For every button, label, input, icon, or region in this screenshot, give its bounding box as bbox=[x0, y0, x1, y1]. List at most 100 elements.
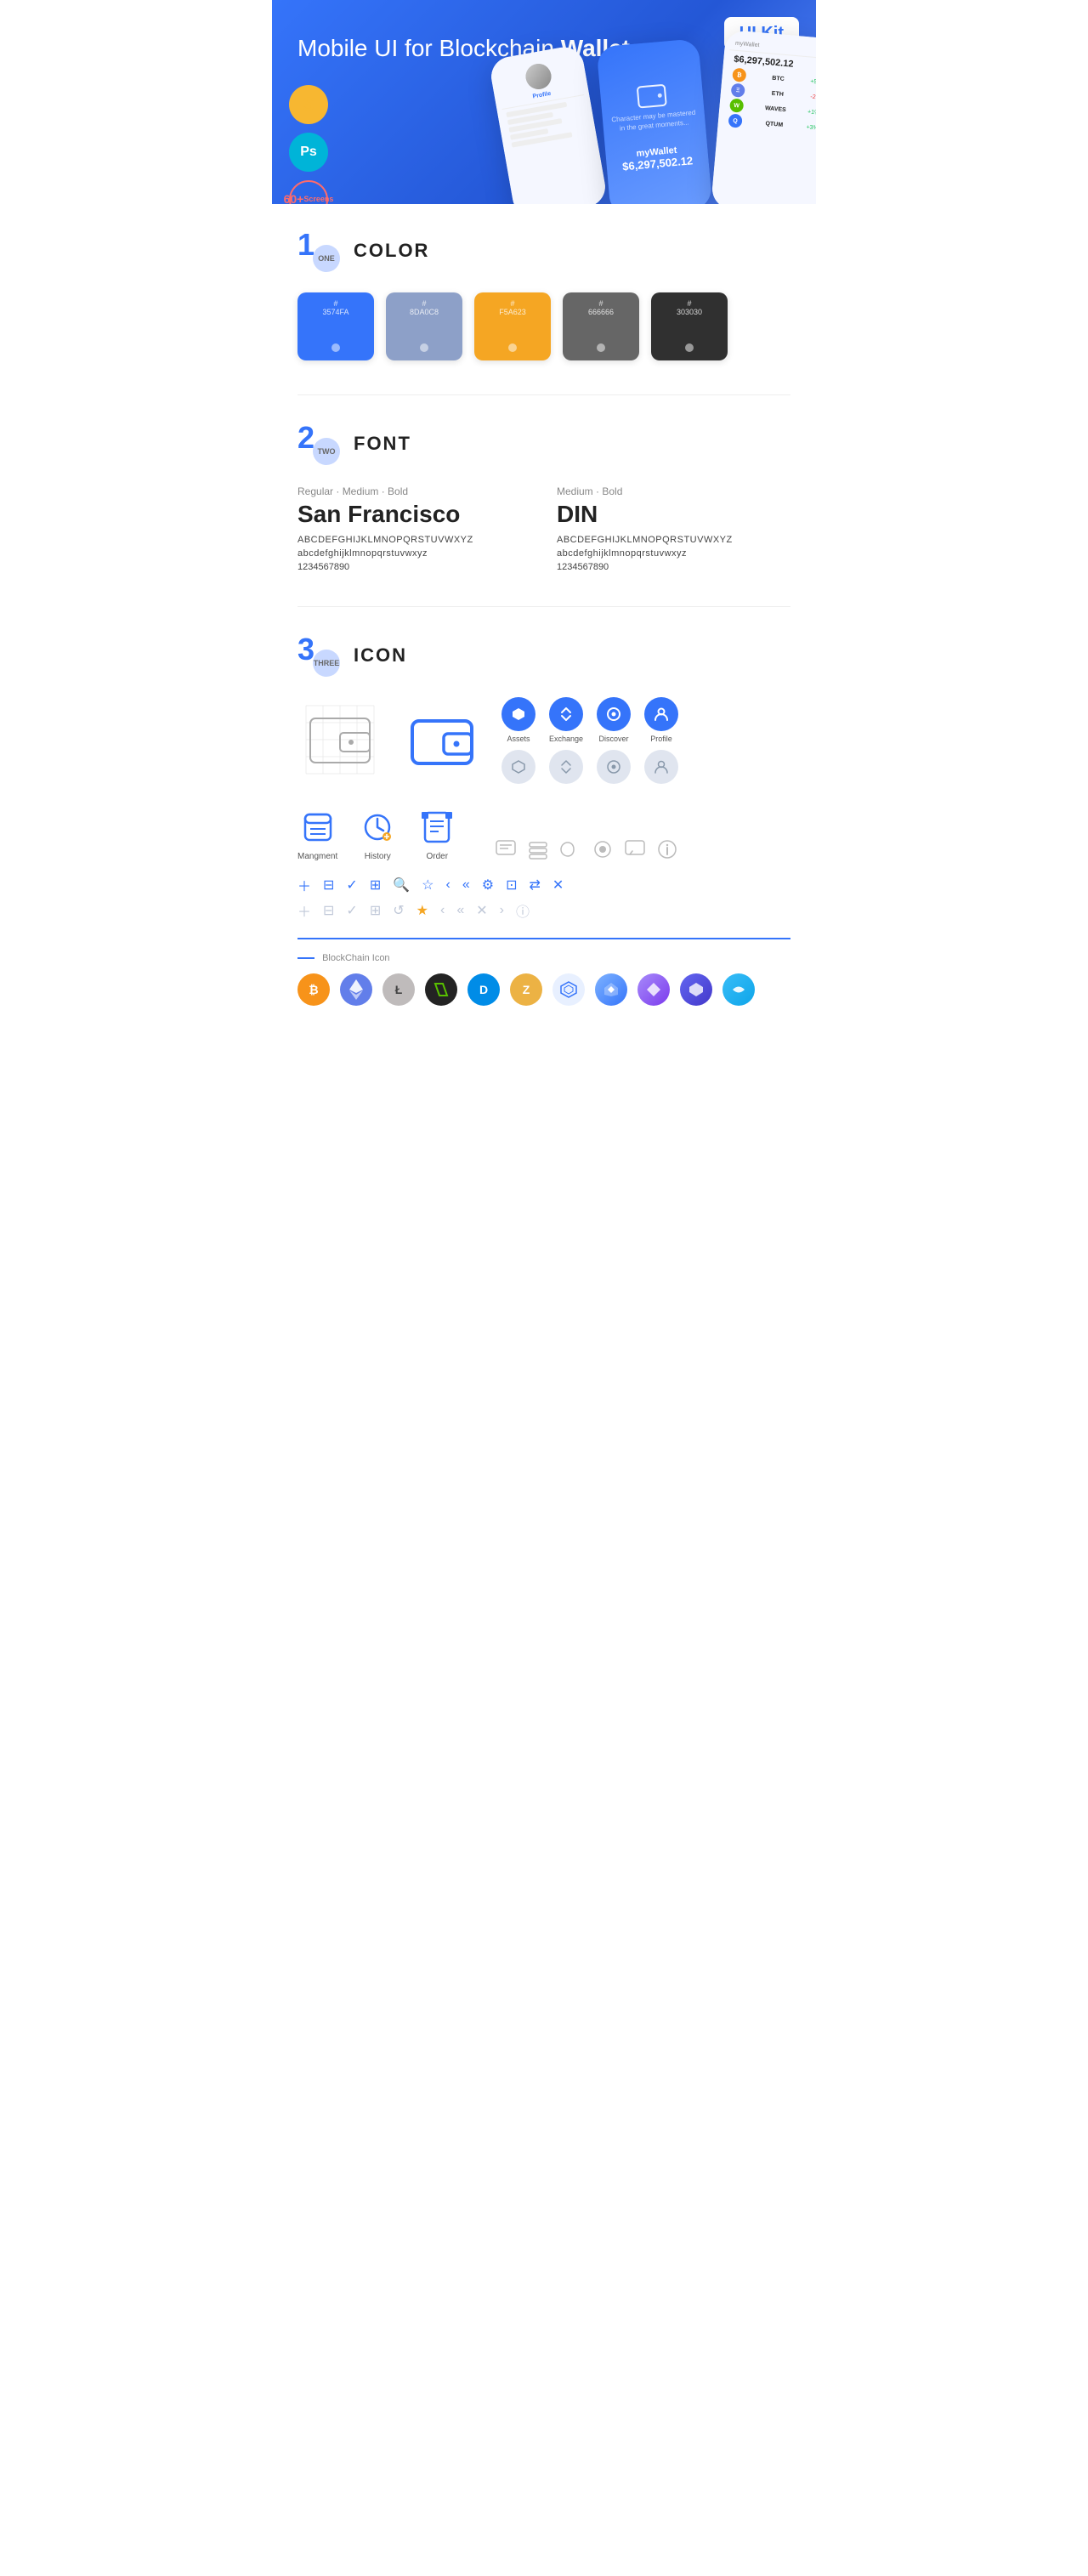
din-alphabet-lower: abcdefghijklmnopqrstuvwxyz bbox=[557, 548, 790, 559]
phone-screen-1: Profile bbox=[488, 44, 608, 204]
swatch-color-orange: #F5A623 bbox=[474, 292, 551, 360]
divider-1 bbox=[298, 394, 790, 395]
btc-icon: ₿ bbox=[298, 973, 330, 1006]
ps-badge: Ps bbox=[289, 133, 328, 172]
wallet-wireframe-svg bbox=[298, 697, 382, 782]
swatch-color-dark: #303030 bbox=[651, 292, 728, 360]
section-two-circle: TWO bbox=[313, 438, 340, 465]
assets-label: Assets bbox=[507, 735, 530, 743]
star-orange-icon: ★ bbox=[416, 902, 428, 919]
search-icon: 🔍 bbox=[393, 877, 410, 894]
order-icon-item: Order bbox=[417, 808, 456, 861]
order-svg bbox=[417, 808, 456, 847]
section-number-2: 2 TWO bbox=[298, 423, 340, 465]
sf-numbers: 1234567890 bbox=[298, 562, 531, 572]
grid-gray-icon: ⊞ bbox=[370, 902, 381, 919]
icon-section-header: 3 THREE ICON bbox=[298, 634, 790, 677]
mgmt-label: Mangment bbox=[298, 852, 337, 861]
swatch-grayblue: #8DA0C8 bbox=[386, 292, 462, 360]
swatch-orange: #F5A623 bbox=[474, 292, 551, 360]
poly-icon bbox=[680, 973, 712, 1006]
phone-screen-3: myWallet + $6,297,502.12 ₿ BTC +5% Ξ ETH… bbox=[711, 30, 816, 204]
phone-screen-2: Character may be mastered in the great m… bbox=[597, 38, 713, 204]
hero-section: Mobile UI for Blockchain Wallet UI Kit S… bbox=[272, 0, 816, 204]
blockchain-section: BlockChain Icon ₿ Ł D Z bbox=[298, 938, 790, 1006]
wallet-filled-svg bbox=[408, 706, 476, 774]
moon-icon bbox=[558, 837, 582, 861]
skymavis-svg bbox=[603, 981, 620, 998]
management-svg bbox=[298, 808, 337, 847]
color-swatches: #3574FA #8DA0C8 #F5A623 #666666 bbox=[298, 292, 790, 360]
din-name: DIN bbox=[557, 501, 790, 528]
swatch-color-grayblue: #8DA0C8 bbox=[386, 292, 462, 360]
din-style-label: Medium · Bold bbox=[557, 485, 790, 497]
din-numbers: 1234567890 bbox=[557, 562, 790, 572]
font-grid: Regular · Medium · Bold San Francisco AB… bbox=[298, 485, 790, 572]
close-gray-icon: ✕ bbox=[476, 902, 487, 919]
profile-svg bbox=[653, 706, 670, 723]
box-icon: ⊡ bbox=[506, 877, 517, 894]
wallet-wireframe-icon bbox=[298, 697, 382, 782]
list-icon: ⊟ bbox=[323, 877, 334, 894]
assets-inactive-item bbox=[502, 750, 536, 784]
font-sf: Regular · Medium · Bold San Francisco AB… bbox=[298, 485, 531, 572]
blockchain-line bbox=[298, 957, 314, 959]
main-content: 1 ONE COLOR #3574FA #8DA0C8 #F5A623 bbox=[272, 204, 816, 1065]
screens-badge: 60+ Screens bbox=[289, 180, 328, 204]
icon-section: 3 THREE ICON bbox=[298, 634, 790, 1006]
check-icon: ✓ bbox=[346, 877, 357, 894]
font-title: FONT bbox=[354, 433, 411, 455]
screens-label: Screens bbox=[303, 196, 333, 204]
star-icon: ☆ bbox=[422, 877, 434, 894]
back-icon: ‹ bbox=[446, 877, 450, 893]
order-label: Order bbox=[426, 852, 448, 861]
wallet-filled-icon bbox=[400, 697, 484, 782]
section-one-circle: ONE bbox=[313, 245, 340, 272]
utility-icons-gray: ＋ ⊟ ✓ ⊞ ↺ ★ ‹ « ✕ › ⓘ bbox=[298, 900, 790, 921]
exchange-icon-item: Exchange bbox=[549, 697, 583, 743]
section-three-circle: THREE bbox=[313, 650, 340, 677]
info-icon bbox=[655, 837, 679, 861]
profile-icon bbox=[644, 697, 678, 731]
grid-icon: ⊞ bbox=[370, 877, 381, 894]
color-section: 1 ONE COLOR #3574FA #8DA0C8 #F5A623 bbox=[298, 230, 790, 360]
section-number-big-2: 2 bbox=[298, 423, 314, 453]
zcash-icon: Z bbox=[510, 973, 542, 1006]
assets-icon bbox=[502, 697, 536, 731]
color-section-header: 1 ONE COLOR bbox=[298, 230, 790, 272]
sf-alphabet-lower: abcdefghijklmnopqrstuvwxyz bbox=[298, 548, 531, 559]
crypto-icons-row: ₿ Ł D Z bbox=[298, 973, 790, 1006]
swatch-gray: #666666 bbox=[563, 292, 639, 360]
phone-mockup-1: Profile bbox=[488, 44, 608, 204]
swatch-blue: #3574FA bbox=[298, 292, 374, 360]
section-number-big-1: 1 bbox=[298, 230, 314, 260]
font-section: 2 TWO FONT Regular · Medium · Bold San F… bbox=[298, 423, 790, 572]
discover-inactive-item bbox=[597, 750, 631, 784]
nav-icons-inactive-row bbox=[502, 750, 678, 784]
assets-icon-item: Assets bbox=[502, 697, 536, 743]
sketch-icon: S bbox=[303, 94, 315, 116]
neo-icon bbox=[425, 973, 457, 1006]
section-number-3: 3 THREE bbox=[298, 634, 340, 677]
mgmt-icons-row: Mangment History bbox=[298, 808, 790, 861]
utility-icons-blue: ＋ ⊟ ✓ ⊞ 🔍 ☆ ‹ « ⚙ ⊡ ⇄ ✕ bbox=[298, 875, 790, 895]
history-label: History bbox=[365, 852, 391, 861]
misc-icons-row bbox=[494, 837, 679, 861]
list-gray-icon: ⊟ bbox=[323, 902, 334, 919]
profile-icon-item: Profile bbox=[644, 697, 678, 743]
profile-inactive-svg bbox=[653, 758, 670, 775]
arrows-gray-icon: « bbox=[456, 903, 464, 918]
skymavis-icon bbox=[595, 973, 627, 1006]
purple-icon bbox=[638, 973, 670, 1006]
neo-svg bbox=[433, 981, 450, 998]
mgmt-icon-item: Mangment bbox=[298, 808, 337, 861]
history-icon-item: History bbox=[358, 808, 397, 861]
exchange-inactive-item bbox=[549, 750, 583, 784]
phone-mockup-2: Character may be mastered in the great m… bbox=[597, 38, 713, 204]
discover-inactive-icon bbox=[597, 750, 631, 784]
plus-icon: ＋ bbox=[298, 875, 311, 895]
blue2-svg bbox=[730, 981, 747, 998]
profile-inactive-item bbox=[644, 750, 678, 784]
discover-icon-item: Discover bbox=[597, 697, 631, 743]
chat-icon bbox=[494, 837, 518, 861]
